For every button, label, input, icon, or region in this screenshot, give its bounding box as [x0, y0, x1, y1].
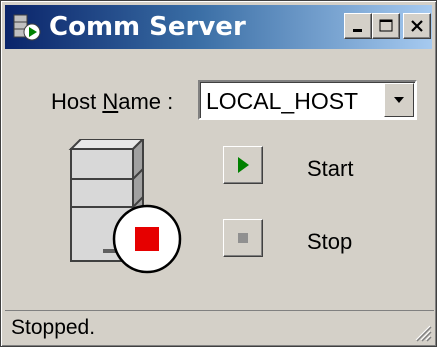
host-dropdown-button[interactable] — [384, 83, 414, 117]
minimize-button[interactable] — [344, 13, 372, 39]
maximize-button[interactable] — [372, 13, 400, 39]
host-name-value: LOCAL_HOST — [206, 88, 359, 114]
stop-icon — [238, 233, 248, 243]
resize-grip-icon[interactable] — [412, 322, 432, 342]
close-button[interactable] — [403, 13, 431, 39]
stop-button[interactable] — [223, 219, 263, 257]
host-name-combobox[interactable]: LOCAL_HOST — [198, 80, 417, 120]
status-bar: Stopped. — [5, 310, 434, 344]
comm-server-window: Comm Server Host Name : LOCAL_HOST Start… — [0, 0, 437, 347]
title-bar[interactable]: Comm Server — [5, 5, 432, 49]
play-icon — [238, 157, 249, 173]
start-button[interactable] — [223, 146, 263, 184]
chevron-down-icon — [394, 97, 404, 103]
stop-label: Stop — [307, 229, 353, 254]
server-stopped-icon — [68, 139, 182, 274]
close-icon — [411, 20, 423, 32]
start-label: Start — [307, 156, 354, 181]
host-name-label: Host Name : — [51, 89, 174, 114]
maximize-icon — [379, 19, 393, 32]
window-title: Comm Server — [49, 12, 246, 42]
minimize-icon — [353, 29, 362, 32]
app-server-icon — [13, 14, 41, 41]
status-text: Stopped. — [11, 316, 96, 339]
